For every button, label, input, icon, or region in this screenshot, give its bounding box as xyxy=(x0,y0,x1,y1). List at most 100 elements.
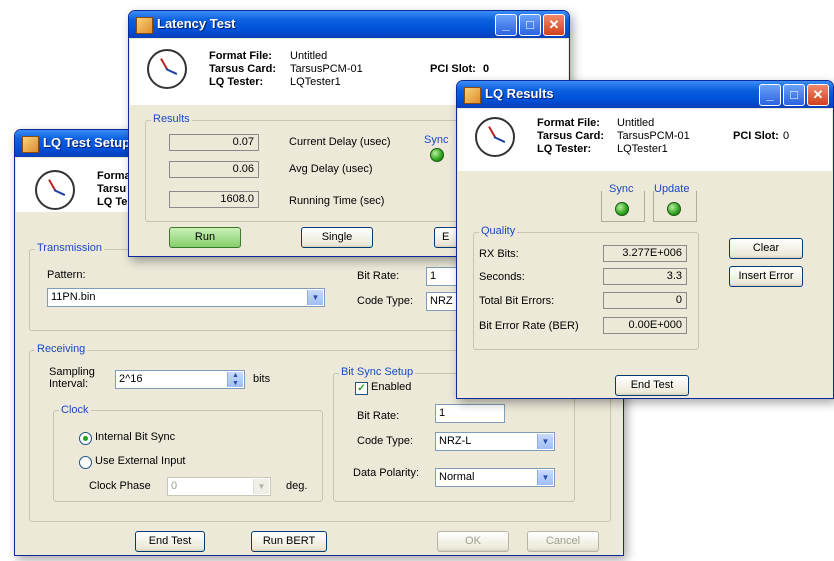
latency-title-bar[interactable]: Latency Test _ □ ✕ xyxy=(129,11,569,38)
latency-lq-tester-label: LQ Tester: xyxy=(209,76,264,88)
transmission-bit-rate-label: Bit Rate: xyxy=(357,270,400,282)
quality-group-title: Quality xyxy=(479,225,518,237)
use-external-input-label[interactable]: Use External Input xyxy=(95,455,186,467)
minimize-icon[interactable]: _ xyxy=(759,84,781,106)
latency-sync-led-icon xyxy=(430,148,444,162)
latency-results-group-title: Results xyxy=(151,113,192,125)
pattern-value: 11PN.bin xyxy=(51,291,96,303)
lq-pci-slot-label: PCI Slot: xyxy=(733,130,779,142)
run-bert-button[interactable]: Run BERT xyxy=(251,531,327,552)
internal-bit-sync-label[interactable]: Internal Bit Sync xyxy=(95,431,175,443)
spinner-arrows-icon[interactable]: ▲ ▼ xyxy=(227,372,243,387)
enabled-checkbox[interactable]: ✓ xyxy=(355,382,368,395)
minimize-icon[interactable]: _ xyxy=(495,14,517,36)
clock-icon xyxy=(35,170,75,210)
latency-pci-slot-label: PCI Slot: xyxy=(430,63,476,75)
internal-bit-sync-radio[interactable] xyxy=(79,432,92,445)
clear-button[interactable]: Clear xyxy=(729,238,803,259)
pattern-select[interactable]: 11PN.bin ▼ xyxy=(47,288,325,307)
seconds-display: 3.3 xyxy=(603,268,687,285)
lq-pci-slot-value: 0 xyxy=(783,130,790,142)
latency-tarsus-card-value: TarsusPCM-01 xyxy=(290,63,363,75)
lq-end-test-button[interactable]: End Test xyxy=(615,375,689,396)
app-icon xyxy=(136,17,153,34)
latency-pci-slot-value: 0 xyxy=(483,63,490,75)
seconds-label: Seconds: xyxy=(479,271,525,283)
deg-label: deg. xyxy=(286,480,308,492)
data-polarity-select[interactable]: Normal ▼ xyxy=(435,468,555,487)
lq-format-file-label: Format File: xyxy=(537,117,600,129)
ok-button[interactable]: OK xyxy=(437,531,509,552)
latency-window-title: Latency Test xyxy=(157,16,236,31)
maximize-icon[interactable]: □ xyxy=(783,84,805,106)
data-polarity-label: Data Polarity: xyxy=(353,467,420,479)
close-icon[interactable]: ✕ xyxy=(543,14,565,36)
bit-sync-setup-group-title: Bit Sync Setup xyxy=(339,366,416,378)
chevron-down-icon[interactable]: ▼ xyxy=(537,434,553,449)
latency-format-file-label: Format File: xyxy=(209,50,272,62)
bit-sync-code-type-select[interactable]: NRZ-L ▼ xyxy=(435,432,555,451)
current-delay-label: Current Delay (usec) xyxy=(289,136,391,148)
rx-bits-label: RX Bits: xyxy=(479,248,519,260)
cancel-button[interactable]: Cancel xyxy=(527,531,599,552)
ber-display: 0.00E+000 xyxy=(603,317,687,334)
lq-results-title-bar[interactable]: LQ Results _ □ ✕ xyxy=(457,81,833,108)
clock-phase-value: 0 xyxy=(171,480,178,492)
lq-tarsus-card-value: TarsusPCM-01 xyxy=(617,130,690,142)
clock-phase-select[interactable]: 0 ▼ xyxy=(167,477,271,496)
bit-sync-bit-rate-input[interactable]: 1 xyxy=(435,404,505,423)
clock-group-title: Clock xyxy=(59,404,91,416)
sync-led-icon xyxy=(615,202,629,216)
sampling-interval-value: 2^16 xyxy=(119,373,143,385)
insert-error-button[interactable]: Insert Error xyxy=(729,266,803,287)
lq-tarsus-card-label: Tarsus Card: xyxy=(537,130,605,142)
setup-tarsus-card-label: Tarsu xyxy=(97,183,127,195)
data-polarity-value: Normal xyxy=(439,471,475,483)
enabled-label[interactable]: Enabled xyxy=(371,381,411,393)
transmission-group-title: Transmission xyxy=(35,242,104,254)
sampling-label-line1: Sampling xyxy=(49,366,95,378)
clock-icon xyxy=(147,49,187,89)
rx-bits-display: 3.277E+006 xyxy=(603,245,687,262)
maximize-icon[interactable]: □ xyxy=(519,14,541,36)
bit-sync-bit-rate-label: Bit Rate: xyxy=(357,410,400,422)
chevron-down-icon[interactable]: ▼ xyxy=(253,479,269,494)
lq-format-file-value: Untitled xyxy=(617,117,655,129)
avg-delay-display: 0.06 xyxy=(169,161,259,178)
total-bit-errors-display: 0 xyxy=(603,292,687,309)
update-led-icon xyxy=(667,202,681,216)
clock-phase-label: Clock Phase xyxy=(89,480,151,492)
pattern-label: Pattern: xyxy=(47,269,86,281)
bit-sync-code-type-value: NRZ-L xyxy=(439,435,472,447)
app-icon xyxy=(464,87,481,104)
latency-lq-tester-value: LQTester1 xyxy=(290,76,341,88)
sampling-interval-spinner[interactable]: 2^16 ▲ ▼ xyxy=(115,370,245,389)
current-delay-display: 0.07 xyxy=(169,134,259,151)
setup-format-file-label: Forma xyxy=(97,170,131,182)
lq-lq-tester-label: LQ Tester: xyxy=(537,143,592,155)
receiving-group-title: Receiving xyxy=(35,343,88,355)
setup-end-test-button[interactable]: End Test xyxy=(135,531,205,552)
app-icon xyxy=(22,136,39,153)
clock-icon xyxy=(475,117,515,157)
ber-label: Bit Error Rate (BER) xyxy=(479,320,579,332)
chevron-down-icon[interactable]: ▼ xyxy=(537,470,553,485)
running-time-label: Running Time (sec) xyxy=(289,195,385,207)
transmission-code-type-label: Code Type: xyxy=(357,295,414,307)
run-button[interactable]: Run xyxy=(169,227,241,248)
close-icon[interactable]: ✕ xyxy=(807,84,829,106)
setup-lq-tester-label: LQ Te xyxy=(97,196,128,208)
lq-results-window: LQ Results _ □ ✕ Format File: Untitled T… xyxy=(456,80,834,399)
lq-results-window-controls: _ □ ✕ xyxy=(759,84,829,106)
bits-label: bits xyxy=(253,373,271,385)
chevron-down-icon[interactable]: ▼ xyxy=(307,290,323,305)
total-bit-errors-label: Total Bit Errors: xyxy=(479,295,555,307)
latency-window-controls: _ □ ✕ xyxy=(495,14,565,36)
bit-sync-code-type-label: Code Type: xyxy=(357,435,414,447)
latency-format-file-value: Untitled xyxy=(290,50,328,62)
use-external-input-radio[interactable] xyxy=(79,456,92,469)
single-button[interactable]: Single xyxy=(301,227,373,248)
lq-results-window-title: LQ Results xyxy=(485,86,554,101)
avg-delay-label: Avg Delay (usec) xyxy=(289,163,373,175)
setup-window-title: LQ Test Setup xyxy=(43,135,131,150)
